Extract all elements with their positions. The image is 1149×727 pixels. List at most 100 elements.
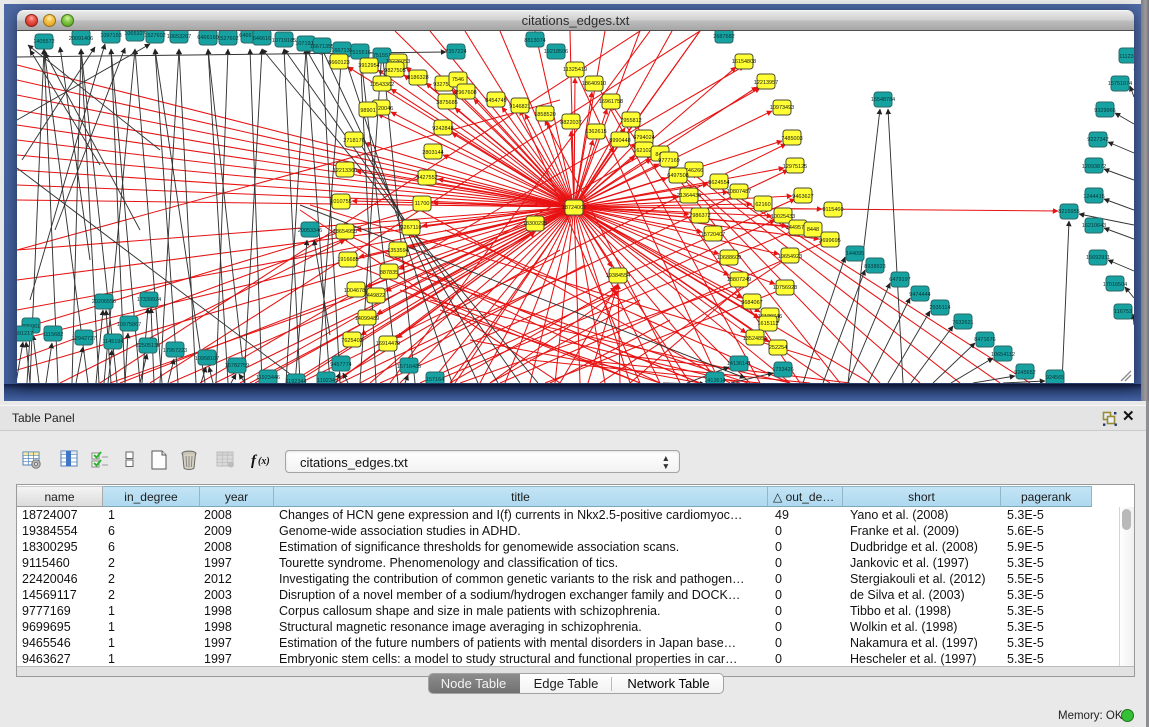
svg-text:7485003: 7485003 xyxy=(781,136,802,142)
svg-text:9227342: 9227342 xyxy=(1087,137,1108,143)
svg-text:111236: 111236 xyxy=(1119,54,1134,60)
svg-text:1010755: 1010755 xyxy=(330,199,351,205)
svg-text:16154808: 16154808 xyxy=(732,59,756,65)
svg-text:8454749: 8454749 xyxy=(485,98,506,104)
svg-text:10688609: 10688609 xyxy=(717,255,741,261)
svg-text:16671355: 16671355 xyxy=(310,44,334,50)
svg-text:924565: 924565 xyxy=(1046,375,1064,381)
svg-text:2687682: 2687682 xyxy=(713,34,734,40)
svg-text:16782759: 16782759 xyxy=(225,363,249,369)
svg-text:7986372: 7986372 xyxy=(689,213,710,219)
svg-text:8938923: 8938923 xyxy=(864,264,885,270)
svg-text:2967608: 2967608 xyxy=(455,90,476,96)
svg-text:1192344: 1192344 xyxy=(285,379,306,383)
svg-text:16914479: 16914479 xyxy=(376,341,400,347)
svg-text:11923446: 11923446 xyxy=(256,375,280,381)
svg-text:9329966: 9329966 xyxy=(1094,108,1115,114)
svg-text:9474444: 9474444 xyxy=(909,292,930,298)
svg-text:8660123: 8660123 xyxy=(328,60,349,66)
svg-text:10025433: 10025433 xyxy=(771,214,795,220)
svg-text:10973493: 10973493 xyxy=(770,105,794,111)
svg-text:17339924: 17339924 xyxy=(137,297,161,303)
svg-text:14136141: 14136141 xyxy=(727,361,751,367)
svg-text:116753: 116753 xyxy=(1114,309,1132,315)
svg-text:17957223: 17957223 xyxy=(163,348,187,354)
svg-text:15692911: 15692911 xyxy=(1086,255,1110,261)
svg-text:9457774: 9457774 xyxy=(330,362,351,368)
svg-text:8215955: 8215955 xyxy=(1058,209,1079,215)
svg-text:12213957: 12213957 xyxy=(754,80,778,86)
svg-text:12975125: 12975125 xyxy=(783,164,807,170)
svg-text:19654923: 19654923 xyxy=(778,254,802,260)
svg-text:9827505: 9827505 xyxy=(384,68,405,74)
svg-text:11700: 11700 xyxy=(415,201,430,207)
svg-text:1916685: 1916685 xyxy=(337,257,358,263)
svg-text:391217: 391217 xyxy=(17,331,33,337)
svg-text:16961758: 16961758 xyxy=(599,99,623,105)
svg-text:6794024: 6794024 xyxy=(633,135,654,141)
svg-text:10807487: 10807487 xyxy=(727,189,751,195)
svg-text:1413614: 1413614 xyxy=(704,378,725,383)
svg-text:9245652: 9245652 xyxy=(1014,370,1035,376)
svg-text:1615112: 1615112 xyxy=(757,321,778,327)
svg-text:9463627: 9463627 xyxy=(792,194,813,200)
svg-text:1353594: 1353594 xyxy=(387,248,408,254)
svg-text:7955812: 7955812 xyxy=(620,118,641,124)
svg-text:6497508: 6497508 xyxy=(667,173,688,179)
svg-text:19384554: 19384554 xyxy=(606,273,630,279)
svg-text:1145194: 1145194 xyxy=(102,339,123,345)
svg-text:6479197: 6479197 xyxy=(889,277,910,283)
svg-text:10654112: 10654112 xyxy=(991,352,1015,358)
svg-text:8813074: 8813074 xyxy=(524,38,545,44)
svg-text:2935114: 2935114 xyxy=(929,305,950,311)
svg-text:7546: 7546 xyxy=(452,77,464,83)
svg-text:21364436: 21364436 xyxy=(677,193,701,199)
svg-text:16548784: 16548784 xyxy=(871,97,895,103)
svg-text:7625402: 7625402 xyxy=(341,338,362,344)
svg-text:10719185: 10719185 xyxy=(272,38,296,44)
svg-text:7357224: 7357224 xyxy=(445,49,466,55)
svg-text:8990448: 8990448 xyxy=(609,138,630,144)
svg-text:3875685: 3875685 xyxy=(436,100,457,106)
svg-text:18300295: 18300295 xyxy=(523,221,547,227)
svg-text:17016504: 17016504 xyxy=(1103,282,1127,288)
svg-text:2803144: 2803144 xyxy=(422,150,443,156)
svg-text:10653267: 10653267 xyxy=(167,34,191,40)
svg-text:8471676: 8471676 xyxy=(974,337,995,343)
svg-text:887835: 887835 xyxy=(380,270,398,276)
svg-text:9777169: 9777169 xyxy=(658,158,679,164)
svg-text:18640910: 18640910 xyxy=(582,81,606,87)
svg-text:1362615: 1362615 xyxy=(585,129,606,135)
svg-text:2718170: 2718170 xyxy=(343,138,364,144)
svg-text:9242848: 9242848 xyxy=(432,126,453,132)
svg-text:11325419: 11325419 xyxy=(563,67,587,73)
svg-text:15716485: 15716485 xyxy=(397,364,421,370)
svg-text:1244415: 1244415 xyxy=(1083,194,1104,200)
svg-text:1527602: 1527602 xyxy=(144,33,165,39)
svg-text:7515516: 7515516 xyxy=(349,50,370,56)
svg-text:15751074: 15751074 xyxy=(1108,81,1132,87)
svg-text:10958107: 10958107 xyxy=(195,356,219,362)
svg-text:10046786: 10046786 xyxy=(344,288,368,294)
svg-text:10543362: 10543362 xyxy=(370,82,394,88)
svg-text:98901: 98901 xyxy=(360,108,375,114)
svg-text:1858520: 1858520 xyxy=(534,112,555,118)
svg-text:18807249: 18807249 xyxy=(727,277,751,283)
svg-text:8186328: 8186328 xyxy=(407,75,428,81)
svg-text:1733426: 1733426 xyxy=(772,367,793,373)
svg-text:119234: 119234 xyxy=(317,378,335,383)
svg-text:18654955: 18654955 xyxy=(333,229,357,235)
svg-text:9427552: 9427552 xyxy=(416,175,437,181)
svg-text:449822: 449822 xyxy=(367,293,385,299)
svg-text:9146821: 9146821 xyxy=(509,104,530,110)
svg-text:144095: 144095 xyxy=(846,251,864,257)
svg-text:20053346: 20053346 xyxy=(298,228,322,234)
svg-text:252254: 252254 xyxy=(769,345,787,351)
svg-text:13524851: 13524851 xyxy=(743,336,767,342)
svg-text:1405572: 1405572 xyxy=(33,39,54,45)
svg-text:1097193: 1097193 xyxy=(100,33,121,39)
svg-text:7632621: 7632621 xyxy=(952,320,973,326)
svg-text:20091406: 20091406 xyxy=(69,36,93,42)
svg-text:10756928: 10756928 xyxy=(773,285,797,291)
svg-text:62160: 62160 xyxy=(755,202,770,208)
